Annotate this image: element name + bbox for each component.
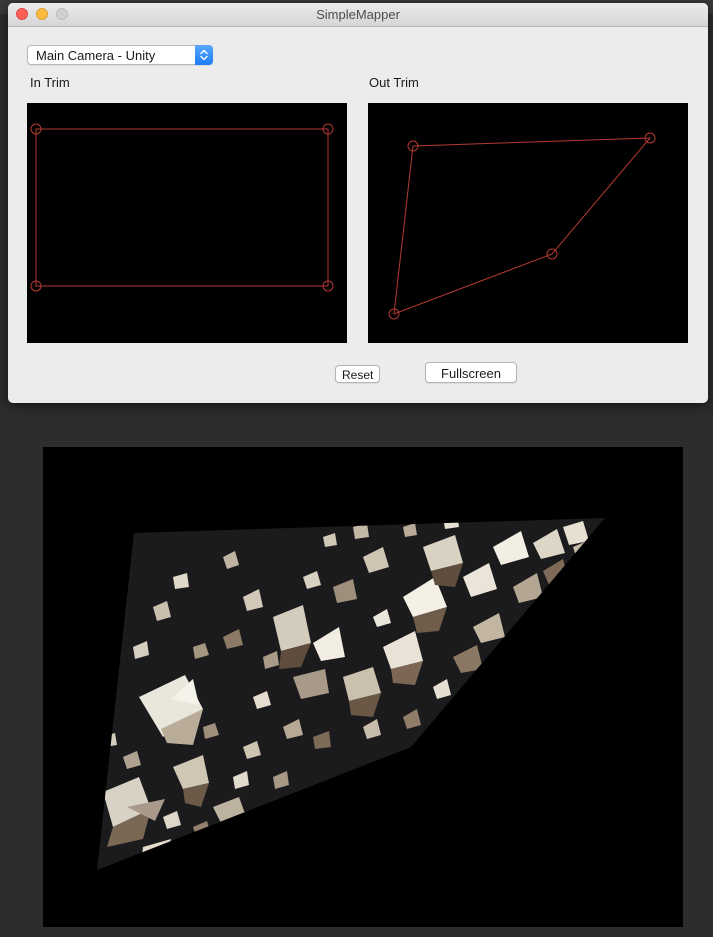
simplemapper-window: SimpleMapper Main Camera - Unity In Trim… bbox=[8, 3, 708, 403]
fullscreen-button[interactable]: Fullscreen bbox=[425, 362, 517, 383]
in-trim-canvas[interactable] bbox=[27, 103, 347, 343]
out-trim-canvas[interactable] bbox=[368, 103, 688, 343]
mapped-output-canvas bbox=[97, 518, 605, 870]
updown-chevron-icon[interactable] bbox=[195, 45, 213, 65]
window-title: SimpleMapper bbox=[316, 7, 400, 22]
source-select[interactable]: Main Camera - Unity bbox=[27, 45, 213, 65]
out-trim-label: Out Trim bbox=[369, 75, 419, 90]
in-trim-quad bbox=[35, 128, 329, 287]
reset-button[interactable]: Reset bbox=[335, 365, 380, 383]
desktop: SimpleMapper Main Camera - Unity In Trim… bbox=[0, 0, 713, 937]
out-trim-quad bbox=[393, 137, 652, 315]
source-select-value: Main Camera - Unity bbox=[36, 48, 156, 63]
title-bar[interactable]: SimpleMapper bbox=[8, 3, 708, 27]
in-trim-label: In Trim bbox=[30, 75, 70, 90]
mapped-output-view bbox=[43, 447, 683, 927]
